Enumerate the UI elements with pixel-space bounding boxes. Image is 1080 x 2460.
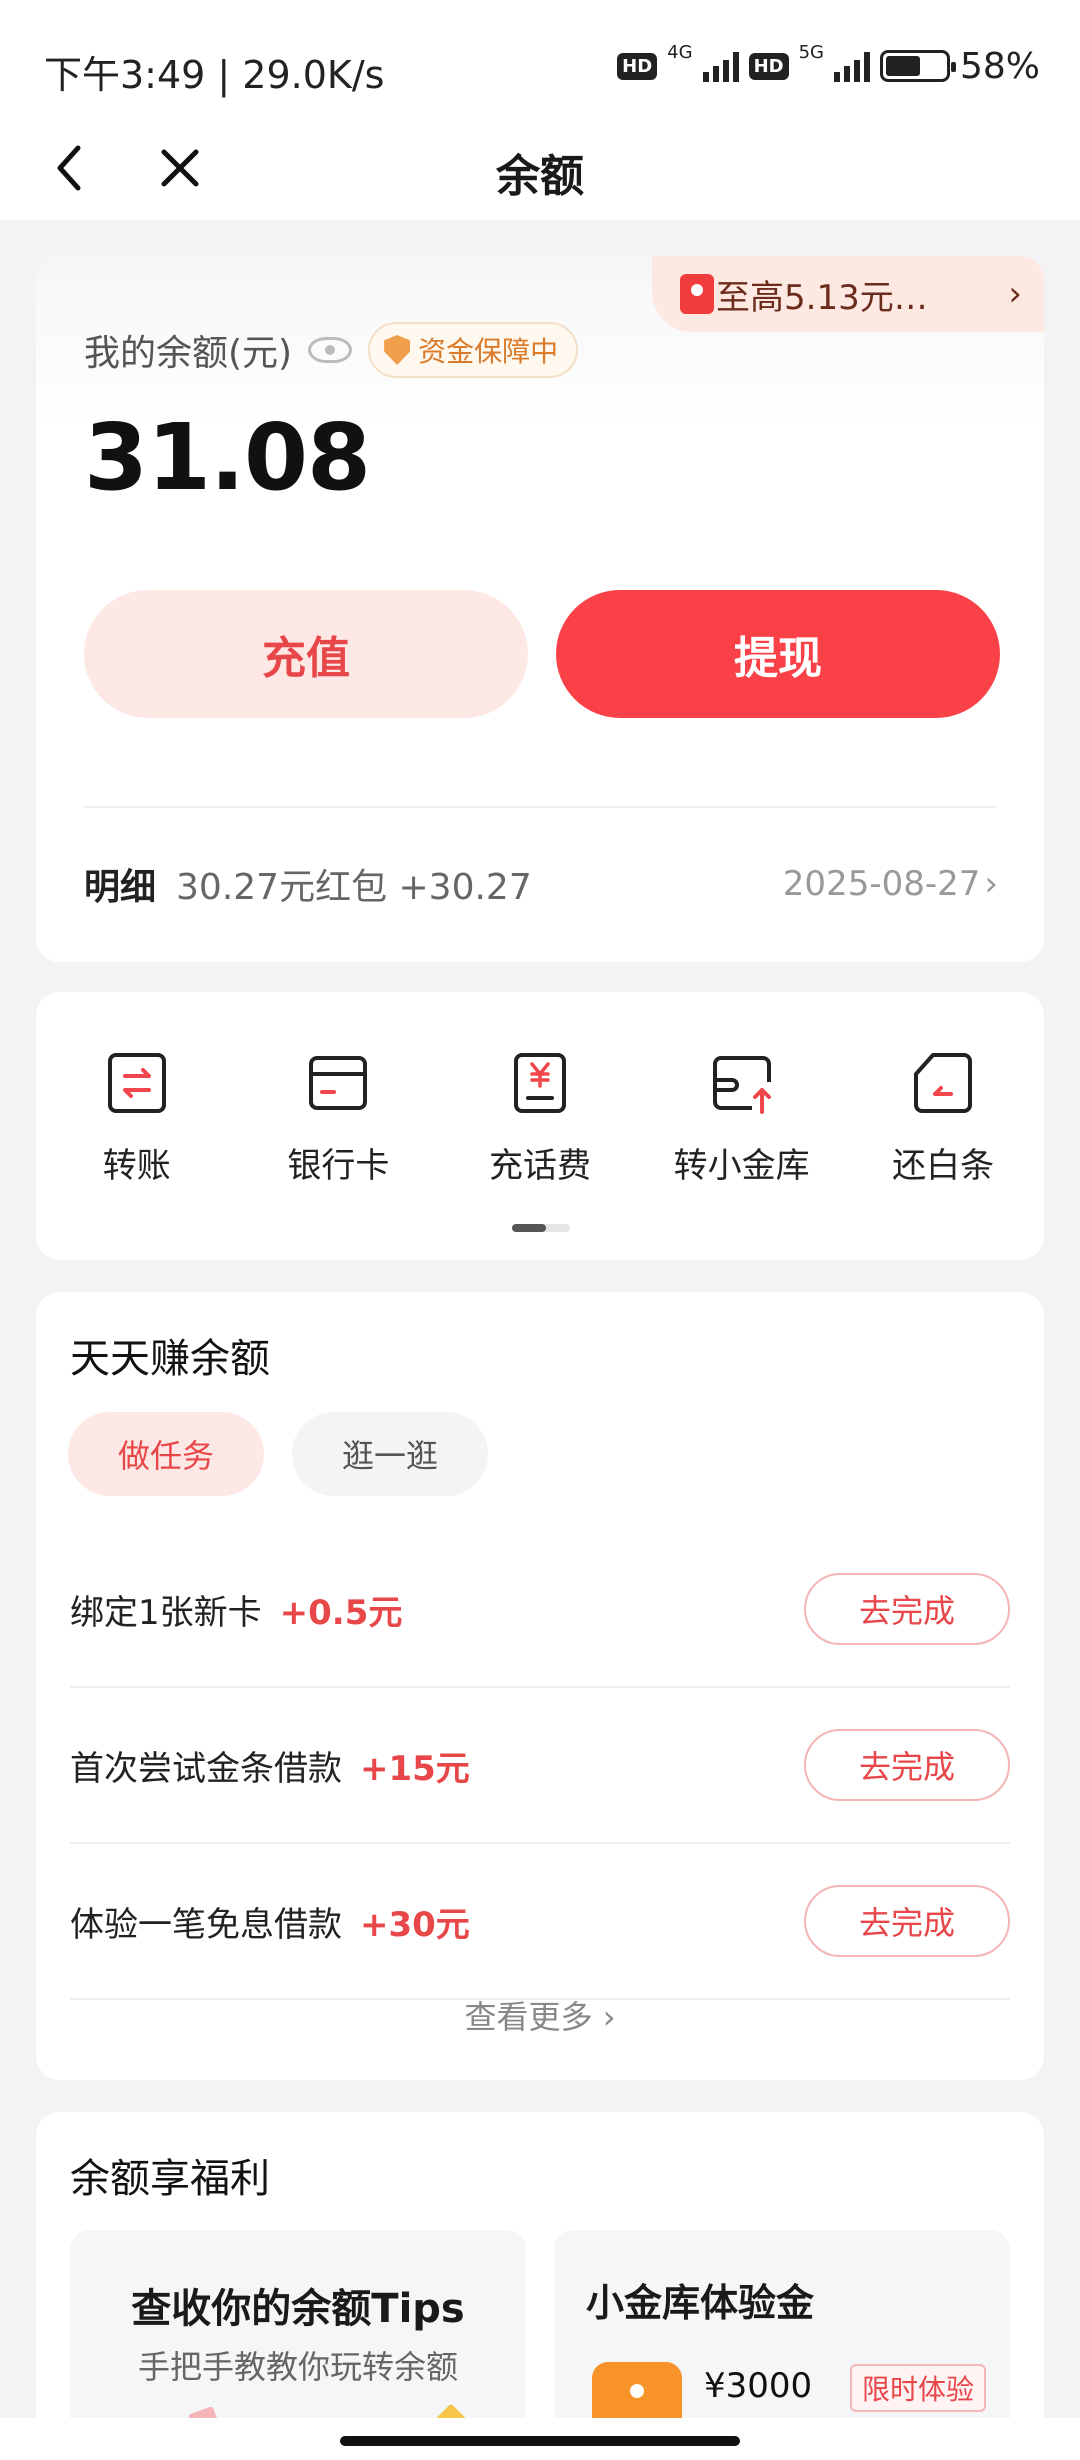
- task-reward: +15元: [360, 1748, 470, 1789]
- signal-icon-2: [833, 50, 870, 82]
- task-row: 首次尝试金条借款 +15元 去完成: [70, 1688, 1010, 1844]
- task-row: 绑定1张新卡 +0.5元 去完成: [70, 1532, 1010, 1688]
- vault-transfer-icon: [712, 1052, 772, 1114]
- withdraw-button[interactable]: 提现: [556, 590, 1000, 718]
- vault-trial-amount: ¥3000: [704, 2366, 813, 2406]
- eye-icon[interactable]: [308, 337, 353, 363]
- chevron-right-icon: ›: [602, 1998, 616, 2036]
- top-area: 下午3:49 | 29.0K/s HD 4G HD 5G 58% 余额: [0, 0, 1080, 220]
- status-bar: 下午3:49 | 29.0K/s HD 4G HD 5G 58%: [0, 0, 1080, 130]
- see-more-text: 查看更多: [464, 1998, 593, 2036]
- shield-icon: [384, 335, 411, 365]
- home-indicator[interactable]: [340, 2436, 740, 2446]
- tab-do-tasks[interactable]: 做任务: [68, 1412, 264, 1496]
- promo-banner[interactable]: 至高5.13元… ›: [652, 256, 1044, 332]
- tips-title: 查收你的余额Tips: [131, 2286, 465, 2332]
- status-time: 下午3:49 | 29.0K/s: [44, 53, 385, 97]
- page-title: 余额: [496, 151, 584, 202]
- task-tabs: 做任务 逛一逛: [68, 1412, 488, 1496]
- task-name: 绑定1张新卡: [70, 1592, 262, 1633]
- balance-amount: 31.08: [84, 404, 371, 511]
- hd-badge-2: HD: [748, 52, 789, 80]
- transfer-icon: [107, 1052, 167, 1114]
- shortcut-label: 银行卡: [287, 1146, 390, 1186]
- battery-fill: [885, 56, 920, 76]
- section-title: 天天赚余额: [70, 1336, 270, 1382]
- shortcut-bank-card[interactable]: 银行卡: [238, 1052, 440, 1187]
- benefit-card: 余额享福利 查收你的余额Tips 手把手教教你玩转余额 小金库体验金 ¥3000…: [36, 2112, 1044, 2460]
- network-5g-label: 5G: [798, 41, 824, 63]
- detail-date: 2025-08-27: [782, 864, 981, 904]
- detail-row[interactable]: 明细 30.27元红包 +30.27 2025-08-27 ›: [84, 854, 998, 914]
- task-name: 首次尝试金条借款: [70, 1748, 342, 1789]
- tips-subtitle: 手把手教教你玩转余额: [137, 2348, 458, 2386]
- balance-label: 我的余额(元): [84, 333, 293, 374]
- task-card: 天天赚余额 做任务 逛一逛 绑定1张新卡 +0.5元 去完成 首次尝试金条借款 …: [36, 1292, 1044, 2080]
- shortcut-repay[interactable]: 还白条: [842, 1052, 1044, 1187]
- task-name: 体验一笔免息借款: [70, 1904, 342, 1945]
- task-complete-button[interactable]: 去完成: [804, 1885, 1010, 1957]
- shortcut-grid: 转账 银行卡 充话费 转小金库 还白条: [36, 1052, 1044, 1187]
- task-reward: +30元: [360, 1904, 470, 1945]
- detail-text: 30.27元红包 +30.27: [176, 867, 532, 908]
- chevron-right-icon: ›: [1008, 274, 1022, 314]
- status-icons: HD 4G HD 5G 58%: [617, 41, 1040, 88]
- divider: [84, 806, 996, 808]
- network-4g-label: 4G: [667, 41, 693, 63]
- limited-tag: 限时体验: [850, 2364, 987, 2412]
- task-row: 体验一笔免息借款 +30元 去完成: [70, 1844, 1010, 2000]
- tab-browse[interactable]: 逛一逛: [292, 1412, 488, 1496]
- shortcut-transfer[interactable]: 转账: [36, 1052, 238, 1187]
- chevron-right-icon: ›: [984, 864, 998, 904]
- shortcut-label: 充话费: [488, 1146, 591, 1186]
- signal-icon: [702, 50, 739, 82]
- detail-label: 明细: [84, 867, 157, 908]
- nav-bar: 余额: [0, 120, 1080, 220]
- recharge-button[interactable]: 充值: [84, 590, 528, 718]
- shortcut-card: 转账 银行卡 充话费 转小金库 还白条: [36, 992, 1044, 1260]
- battery-icon: [879, 50, 956, 82]
- phone-bill-icon: [510, 1052, 570, 1114]
- shortcut-label: 还白条: [892, 1146, 995, 1186]
- task-reward: +0.5元: [279, 1592, 403, 1633]
- section-title: 余额享福利: [70, 2156, 270, 2202]
- shortcut-vault-transfer[interactable]: 转小金库: [641, 1052, 843, 1187]
- vault-trial-title: 小金库体验金: [586, 2281, 815, 2325]
- safety-badge[interactable]: 资金保障中: [368, 322, 579, 378]
- hd-badge: HD: [617, 52, 658, 80]
- shortcut-phone-bill[interactable]: 充话费: [439, 1052, 641, 1187]
- shortcut-label: 转小金库: [673, 1146, 810, 1186]
- battery-percent: 58%: [959, 45, 1040, 87]
- task-complete-button[interactable]: 去完成: [804, 1729, 1010, 1801]
- bank-card-icon: [308, 1052, 368, 1114]
- repay-icon: [913, 1052, 973, 1114]
- balance-label-row: 我的余额(元) 资金保障中: [84, 322, 579, 378]
- balance-card: 至高5.13元… › 我的余额(元) 资金保障中 31.08 充值 提现 明细 …: [36, 256, 1044, 962]
- page-indicator: [512, 1224, 570, 1232]
- shortcut-label: 转账: [102, 1146, 171, 1186]
- safety-badge-text: 资金保障中: [418, 335, 559, 368]
- promo-text: 至高5.13元…: [716, 277, 928, 318]
- see-more-link[interactable]: 查看更多 ›: [36, 1992, 1044, 2038]
- red-packet-icon: [680, 274, 714, 314]
- task-complete-button[interactable]: 去完成: [804, 1573, 1010, 1645]
